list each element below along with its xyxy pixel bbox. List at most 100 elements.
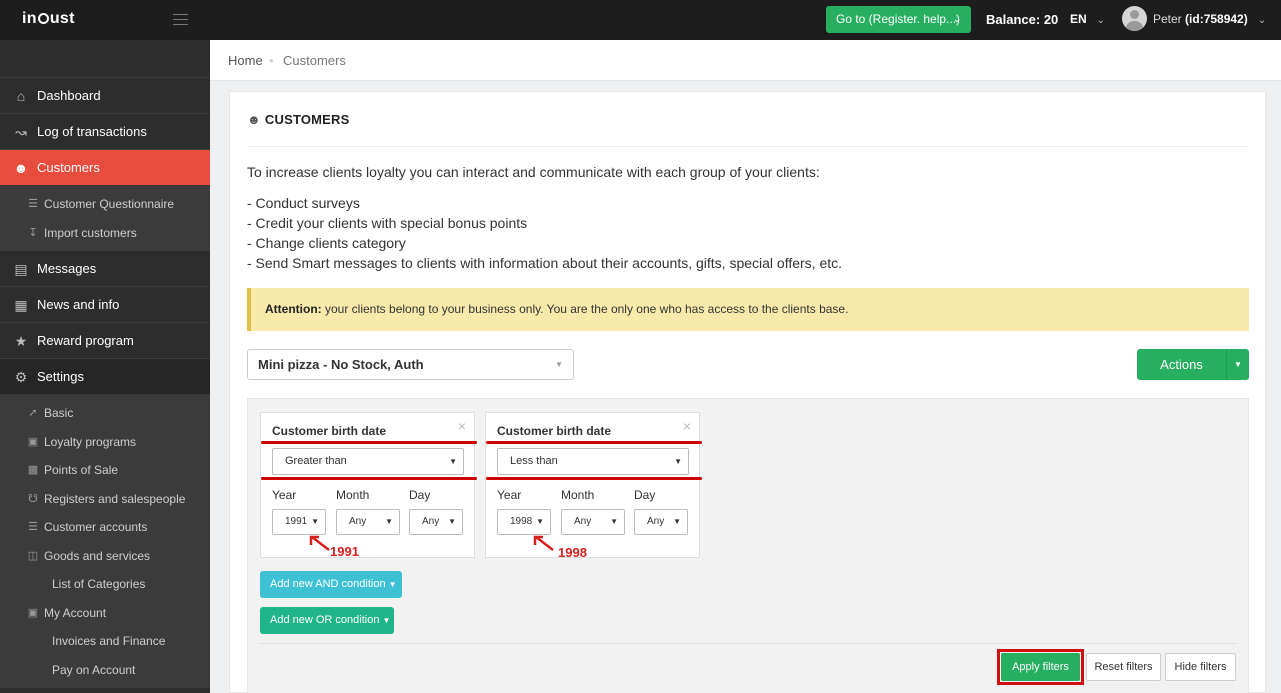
sidebar-item-customer-accounts[interactable]: ☰ Customer accounts [0,513,210,542]
chevron-down-icon: ⌄ [1257,15,1267,26]
actions-label: Actions [1160,357,1203,372]
users-icon: ☻ [247,112,261,127]
year-label: Year [497,488,522,502]
attention-alert: Attention: your clients belong to your b… [247,288,1249,331]
language-selector[interactable]: EN ⌄ [1070,12,1105,26]
star-icon: ★ [14,333,28,349]
sidebar-item-my-account[interactable]: ▣ My Account [0,599,210,628]
sidebar-item-registers-and-salespeople[interactable]: ☋ Registers and salespeople [0,485,210,514]
add-or-condition-button[interactable]: Add new OR condition ▼ [260,607,394,634]
gear-icon: ⚙ [14,369,28,385]
balance-label: Balance: [986,12,1041,27]
sidebar-spacer [0,40,210,78]
goto-label: Go to (Register. help...) [836,12,961,26]
feature-list: - Conduct surveys - Credit your clients … [247,193,842,273]
sidebar-item-import-customers[interactable]: ↧ Import customers [0,219,210,248]
day-label: Day [634,488,656,502]
feature-item: - Change clients category [247,235,406,251]
operator-value: Less than [510,455,558,467]
sidebar-item-goods-and-services[interactable]: ◫ Goods and services [0,542,210,571]
rocket-icon: ➚ [28,407,38,419]
store-select-value: Mini pizza - No Stock, Auth [258,357,424,372]
filter-card: Customer birth date × Greater than ▼ Yea… [260,412,477,559]
sidebar-item-log-of-transactions[interactable]: ↝ Log of transactions [0,114,210,150]
caret-down-icon[interactable]: ▼ [1226,349,1249,380]
operator-select[interactable]: Greater than ▼ [272,448,464,475]
actions-button[interactable]: Actions ▼ [1137,349,1249,380]
sidebar-item-label: Points of Sale [44,463,119,477]
day-select[interactable]: Any ▼ [409,509,463,535]
building-icon: ▩ [27,464,39,476]
sidebar-item-dashboard[interactable]: ⌂ Dashboard [0,78,210,114]
top-bar: in ust Go to (Register. help...) ⌄ Balanc… [0,0,1281,40]
annotation-underline [486,477,702,480]
page-title: ☻ CUSTOMERS [247,112,350,127]
sidebar-item-settings[interactable]: ⚙ Settings [0,359,210,395]
breadcrumb-home-link[interactable]: Home [228,53,263,68]
or-label: Add new OR condition [270,614,380,626]
store-select[interactable]: Mini pizza - No Stock, Auth ▼ [247,349,574,380]
month-select[interactable]: Any ▼ [561,509,625,535]
caret-down-icon: ▼ [610,517,618,526]
sidebar-item-label: Log of transactions [37,124,147,139]
operator-select[interactable]: Less than ▼ [497,448,689,475]
list-icon: ☰ [28,521,38,533]
close-icon[interactable]: × [458,418,466,434]
day-select[interactable]: Any ▼ [634,509,688,535]
month-label: Month [561,488,595,502]
caret-down-icon: ▼ [536,517,544,526]
sidebar-item-points-of-sale[interactable]: ▩ Points of Sale [0,456,210,485]
day-value: Any [647,516,665,527]
home-icon: ⌂ [16,88,26,104]
sidebar: ⌂ Dashboard ↝ Log of transactions ☻ Cust… [0,40,210,693]
sidebar-item-customers[interactable]: ☻ Customers [0,150,210,186]
sidebar-item-label: Invoices and Finance [52,634,166,648]
add-and-condition-button[interactable]: Add new AND condition ▼ [260,571,402,598]
hide-filters-button[interactable]: Hide filters [1165,653,1236,681]
money-icon: ▣ [27,606,39,619]
sidebar-item-messages[interactable]: ▤ Messages [0,251,210,287]
goto-dropdown-button[interactable]: Go to (Register. help...) ⌄ [826,6,971,33]
gift-icon: ◫ [27,549,39,562]
logo[interactable]: in ust [22,10,75,28]
sidebar-item-label: Settings [37,369,84,384]
sidebar-item-news-and-info[interactable]: ▦ News and info [0,287,210,323]
menu-toggle-icon[interactable] [173,14,188,25]
sidebar-item-invoices-and-finance[interactable]: Invoices and Finance [0,627,210,656]
filter-title: Customer birth date [497,424,612,438]
close-icon[interactable]: × [683,418,691,434]
reset-filters-button[interactable]: Reset filters [1086,653,1161,681]
user-menu[interactable]: Peter (id:758942) ⌄ [1153,12,1266,26]
sidebar-item-label: List of Categories [52,577,146,591]
day-label: Day [409,488,431,502]
document-icon: ▣ [27,435,39,448]
sidebar-item-reward-program[interactable]: ★ Reward program [0,323,210,359]
intro-text: To increase clients loyalty you can inte… [247,164,820,180]
sidebar-item-basic[interactable]: ➚ Basic [0,399,210,428]
sidebar-item-loyalty-programs[interactable]: ▣ Loyalty programs [0,428,210,457]
language-label: EN [1070,12,1087,26]
breadcrumb-current: Customers [283,53,346,68]
customers-submenu: ☰ Customer Questionnaire ↧ Import custom… [0,186,210,251]
filter-card: Customer birth date × Less than ▼ Year M… [485,412,702,560]
avatar[interactable] [1122,6,1147,31]
year-select[interactable]: 1998 ▼ [497,509,551,535]
and-label: Add new AND condition [270,578,386,590]
sidebar-item-label: Goods and services [44,548,151,563]
year-select[interactable]: 1991 ▼ [272,509,326,535]
year-value: 1991 [285,516,308,527]
month-select[interactable]: Any ▼ [336,509,400,535]
year-label: Year [272,488,297,502]
divider [260,643,1236,644]
day-value: Any [422,516,440,527]
sidebar-item-pay-on-account[interactable]: Pay on Account [0,656,210,685]
customers-card: ☻ CUSTOMERS To increase clients loyalty y… [229,91,1266,693]
caret-down-icon: ▼ [311,517,319,526]
feature-item: - Conduct surveys [247,195,360,211]
sidebar-item-list-of-categories[interactable]: List of Categories [0,570,210,599]
apply-filters-button[interactable]: Apply filters [1001,653,1080,681]
caret-down-icon: ▼ [385,517,393,526]
sidebar-item-customer-questionnaire[interactable]: ☰ Customer Questionnaire [0,190,210,219]
sidebar-item-label: Customers [37,160,100,175]
sidebar-item-label: Messages [37,261,97,276]
